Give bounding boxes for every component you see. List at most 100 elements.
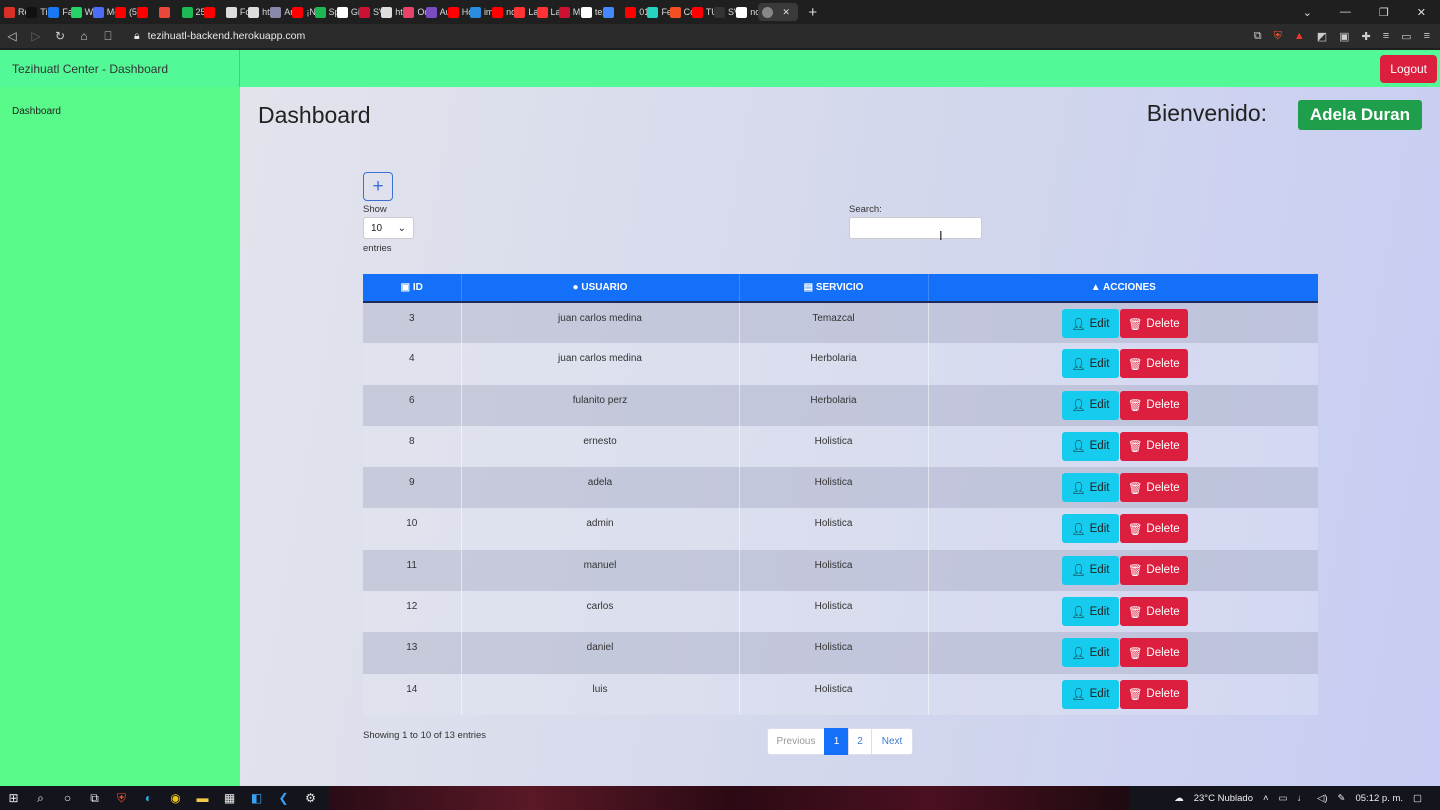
browser-tab[interactable]: Fac [48, 3, 71, 21]
browser-tab[interactable]: Od [403, 3, 426, 21]
column-header-usuario[interactable]: ● USUARIO [461, 274, 740, 303]
brave-rewards-icon[interactable]: ▲ [1294, 30, 1305, 42]
file-explorer-icon[interactable]: ▬ [189, 791, 216, 805]
edit-button[interactable]: 👤︎ Edit [1061, 514, 1119, 544]
new-tab-button[interactable]: + [808, 4, 817, 21]
browser-tab[interactable]: htt [381, 3, 403, 21]
delete-button[interactable]: 🗑︎ Delete [1119, 349, 1188, 379]
browser-tab[interactable]: For [225, 3, 248, 21]
edit-button[interactable]: 👤︎ Edit [1061, 431, 1119, 461]
clock-text[interactable]: 05:12 p. m. [1355, 793, 1403, 804]
edit-button[interactable]: 👤︎ Edit [1061, 555, 1119, 585]
browser-tab[interactable] [203, 3, 226, 21]
pagination-page-2[interactable]: 2 [848, 728, 872, 755]
network-icon[interactable]: ▭ [1279, 793, 1288, 804]
brave-browser-icon[interactable]: ⛨ [108, 791, 135, 806]
cortana-icon[interactable]: ○ [54, 791, 81, 805]
address-bar[interactable]: 🔒︎ tezihuatl-backend.herokuapp.com [134, 30, 305, 43]
pen-icon[interactable]: ✎ [1338, 793, 1346, 804]
volume-icon[interactable]: ◁) [1317, 793, 1327, 804]
edit-button[interactable]: 👤︎ Edit [1061, 638, 1119, 668]
browser-tab[interactable]: Ho [447, 3, 470, 21]
browser-tab[interactable]: ¡No [292, 3, 315, 21]
sidebar-item-dashboard[interactable]: Dashboard [12, 106, 61, 117]
browser-tab[interactable]: Co [669, 3, 692, 21]
browser-tab[interactable]: Spo [314, 3, 337, 21]
edit-button[interactable]: 👤︎ Edit [1061, 473, 1119, 503]
edit-button[interactable]: 👤︎ Edit [1061, 679, 1119, 709]
browser-tab[interactable] [603, 3, 625, 21]
back-icon[interactable]: ◁ [0, 29, 24, 43]
browser-tab[interactable]: TU [691, 3, 714, 21]
extension-icon[interactable]: ◩ [1317, 30, 1327, 43]
forward-icon[interactable]: ▷ [24, 29, 48, 43]
browser-tab[interactable]: La [536, 3, 559, 21]
delete-button[interactable]: 🗑︎ Delete [1119, 555, 1188, 585]
edit-button[interactable]: 👤︎ Edit [1061, 597, 1119, 627]
browser-tab[interactable]: 25 [181, 3, 204, 21]
windows-start-icon[interactable]: ⊞ [0, 791, 27, 805]
column-header-acciones[interactable]: ▲ ACCIONES [928, 274, 1318, 303]
pagination-previous[interactable]: Previous [767, 728, 825, 755]
home-icon[interactable]: ⌂ [72, 29, 96, 43]
menu-icon[interactable]: ≡ [1424, 30, 1430, 42]
calculator-icon[interactable]: ▦ [216, 791, 243, 805]
delete-button[interactable]: 🗑︎ Delete [1119, 679, 1188, 709]
browser-tab[interactable]: tez [580, 3, 603, 21]
notifications-icon[interactable]: ▢ [1413, 793, 1422, 804]
logout-button[interactable]: Logout [1380, 55, 1437, 83]
pagination-page-1[interactable]: 1 [824, 728, 849, 755]
restore-icon[interactable]: ❐ [1379, 6, 1389, 19]
browser-tab[interactable]: La [514, 3, 537, 21]
wallet-icon[interactable]: ▭ [1401, 30, 1411, 43]
extension-box-icon[interactable]: ▣ [1339, 30, 1349, 43]
browser-tab[interactable]: Git [336, 3, 359, 21]
browser-tab[interactable]: 01 [625, 3, 647, 21]
edge-icon[interactable]: ◐ [135, 791, 162, 805]
close-tab-icon[interactable]: ✕ [782, 7, 790, 18]
delete-button[interactable]: 🗑︎ Delete [1119, 309, 1188, 338]
browser-tab[interactable] [137, 3, 159, 21]
delete-button[interactable]: 🗑︎ Delete [1119, 431, 1188, 461]
browser-tab[interactable]: Wh [70, 3, 93, 21]
browser-tab[interactable]: htt [248, 3, 270, 21]
brand-title[interactable]: Tezihuatl Center - Dashboard [12, 62, 168, 76]
search-input[interactable] [849, 217, 982, 239]
browser-tab[interactable]: (59 [114, 3, 137, 21]
browser-tab[interactable]: no [492, 3, 514, 21]
add-button[interactable]: + [363, 172, 393, 201]
pagination-next[interactable]: Next [871, 728, 913, 755]
edit-button[interactable]: 👤︎ Edit [1061, 390, 1119, 420]
browser-tab[interactable]: SVC [359, 3, 381, 21]
edit-button[interactable]: 👤︎ Edit [1061, 349, 1119, 379]
edit-button[interactable]: 👤︎ Edit [1061, 309, 1119, 338]
browser-tab[interactable]: im [469, 3, 492, 21]
translate-icon[interactable]: ⧉ [1254, 30, 1262, 43]
browser-tab[interactable]: Tik [26, 3, 48, 21]
microphone-icon[interactable]: ♩ [1298, 793, 1308, 804]
delete-button[interactable]: 🗑︎ Delete [1119, 514, 1188, 544]
tab-search-icon[interactable]: ⌄ [1303, 6, 1312, 19]
search-icon[interactable]: ⌕ [27, 791, 54, 806]
chrome-icon[interactable]: ◉ [162, 791, 189, 805]
browser-tab[interactable]: MI [558, 3, 581, 21]
delete-button[interactable]: 🗑︎ Delete [1119, 638, 1188, 668]
browser-tab[interactable]: SVC [714, 3, 736, 21]
browser-tab[interactable]: no [736, 3, 758, 21]
playlist-icon[interactable]: ≡ [1383, 30, 1389, 42]
minimize-icon[interactable]: — [1340, 6, 1351, 18]
delete-button[interactable]: 🗑︎ Delete [1119, 597, 1188, 627]
store-icon[interactable]: ◧ [243, 791, 270, 805]
column-header-id[interactable]: ▣ ID [363, 274, 462, 303]
browser-tab[interactable]: Au [425, 3, 448, 21]
column-header-servicio[interactable]: ▤ SERVICIO [739, 274, 929, 303]
puzzle-icon[interactable]: ✚ [1362, 30, 1371, 43]
settings-icon[interactable]: ⚙ [297, 791, 324, 805]
brave-shield-icon[interactable]: ⛨ [1274, 30, 1282, 43]
browser-tab[interactable]: Fe [647, 3, 670, 21]
browser-tab[interactable] [159, 3, 181, 21]
tray-chevron-icon[interactable]: ˄ [1263, 793, 1269, 804]
browser-tab[interactable]: Are [270, 3, 292, 21]
entries-select[interactable]: 10 ⌄ [363, 217, 414, 239]
reload-icon[interactable]: ↻ [48, 29, 72, 43]
